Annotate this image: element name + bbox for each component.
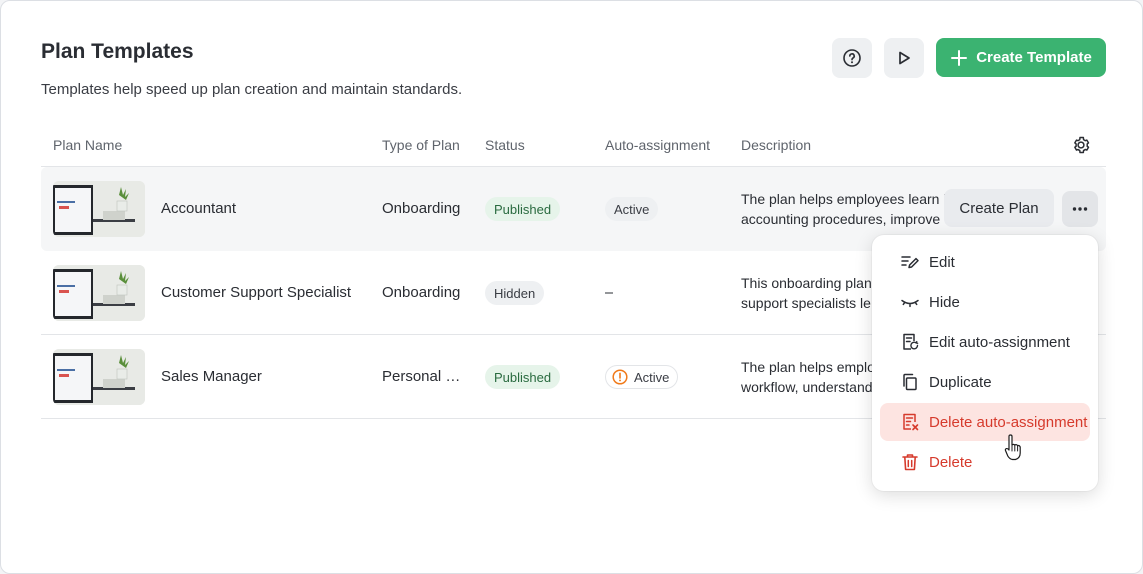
column-settings-button[interactable]: [1071, 135, 1091, 160]
status-badge: Published: [485, 365, 561, 389]
eye-closed-icon: [900, 292, 920, 312]
description-line: The plan helps employees learn i: [741, 191, 947, 207]
menu-item-label: Edit: [929, 253, 955, 271]
menu-item-duplicate[interactable]: Duplicate: [880, 363, 1090, 401]
description-line: accounting procedures, improve: [741, 211, 941, 227]
menu-item-label: Delete: [929, 453, 973, 471]
menu-item-label: Delete auto-assignment: [929, 413, 1088, 431]
plan-name[interactable]: Accountant: [161, 200, 236, 217]
help-button[interactable]: [832, 38, 872, 78]
plan-name[interactable]: Customer Support Specialist: [161, 284, 351, 301]
more-actions-button[interactable]: [1062, 191, 1098, 227]
column-header-status: Status: [485, 137, 525, 153]
table-header: Plan Name Type of Plan Status Auto-assig…: [41, 127, 1106, 167]
column-header-plan-name: Plan Name: [53, 137, 123, 153]
menu-item-delete[interactable]: Delete: [880, 443, 1090, 481]
auto-assign-edit-icon: [900, 332, 920, 352]
page-title: Plan Templates: [41, 40, 194, 63]
plan-thumbnail: [53, 349, 145, 405]
warning-circle-icon: [612, 369, 628, 385]
plan-name[interactable]: Sales Manager: [161, 368, 262, 385]
more-horizontal-icon: [1072, 207, 1088, 211]
column-header-type: Type of Plan: [382, 137, 460, 153]
status-badge: Hidden: [485, 281, 545, 305]
create-plan-button[interactable]: Create Plan: [944, 189, 1054, 227]
auto-assign-delete-icon: [900, 412, 920, 432]
edit-icon: [900, 252, 920, 272]
play-icon: [899, 51, 910, 65]
menu-item-edit[interactable]: Edit: [880, 243, 1090, 281]
plan-description: The plan helps employees learn i account…: [741, 189, 953, 229]
page-subtitle: Templates help speed up plan creation an…: [41, 81, 463, 98]
plus-icon: [951, 49, 968, 66]
column-header-auto-assignment: Auto-assignment: [605, 137, 711, 153]
auto-assignment-label: Active: [634, 369, 670, 385]
gear-icon: [1074, 136, 1090, 154]
status-badge: Published: [485, 197, 561, 221]
plan-thumbnail: [53, 181, 145, 237]
auto-assignment-badge: Active: [605, 365, 679, 389]
create-template-button[interactable]: Create Template: [936, 38, 1106, 77]
copy-icon: [900, 372, 920, 392]
column-header-description: Description: [741, 137, 812, 153]
menu-item-hide[interactable]: Hide: [880, 283, 1090, 321]
plan-thumbnail: [53, 265, 145, 321]
menu-item-delete-auto-assignment[interactable]: Delete auto-assignment: [880, 403, 1090, 441]
plan-templates-card: Plan Templates Templates help speed up p…: [0, 0, 1143, 574]
auto-assignment-empty: –: [605, 284, 614, 301]
hand-pointer-icon: [1004, 434, 1021, 461]
create-template-label: Create Template: [976, 49, 1092, 66]
plan-type: Onboarding: [382, 284, 461, 301]
auto-assignment-badge: Active: [605, 197, 659, 221]
preview-button[interactable]: [884, 38, 924, 78]
menu-item-label: Edit auto-assignment: [929, 333, 1070, 351]
menu-item-label: Hide: [929, 293, 960, 311]
row-actions-menu: Edit Hide Edit auto-assignment Duplicate…: [872, 235, 1098, 491]
plan-type: Personal development: [382, 368, 462, 385]
help-circle-icon: [843, 49, 861, 67]
menu-item-label: Duplicate: [929, 373, 992, 391]
menu-item-edit-auto-assignment[interactable]: Edit auto-assignment: [880, 323, 1090, 361]
plan-type: Onboarding: [382, 200, 461, 217]
trash-icon: [900, 452, 920, 472]
